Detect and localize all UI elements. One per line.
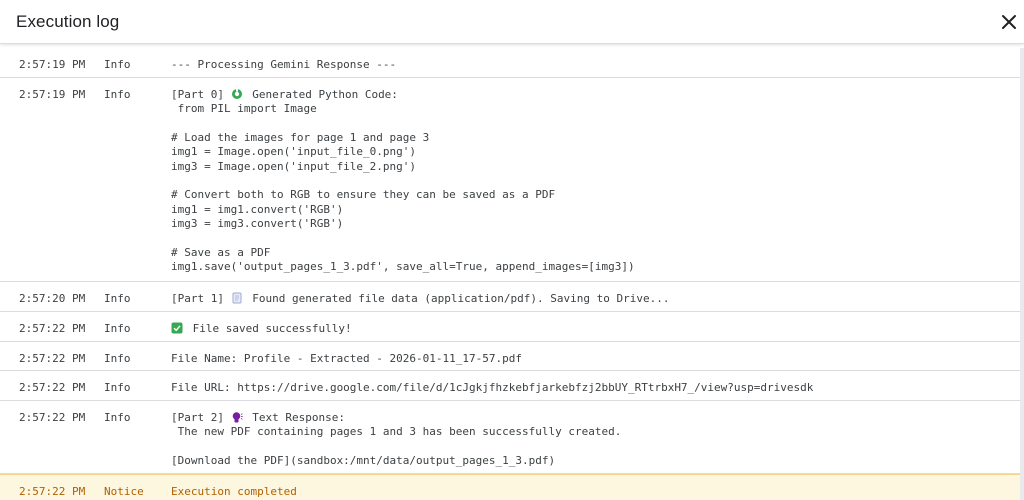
log-time: 2:57:22 PM	[19, 485, 86, 498]
log-message: Execution completed	[171, 485, 297, 498]
log-message: --- Processing Gemini Response ---	[171, 58, 397, 71]
document-icon	[232, 292, 242, 304]
log-row: 2:57:22 PM Info File URL: https://drive.…	[0, 371, 1020, 401]
log-level: Info	[104, 88, 131, 101]
log-message: [Part 0] Generated Python Code: from PIL…	[171, 88, 635, 274]
dialog-title: Execution log	[16, 12, 120, 31]
close-icon	[1002, 15, 1016, 29]
log-time: 2:57:22 PM	[19, 352, 86, 365]
python-icon	[231, 88, 242, 99]
log-message: File Name: Profile - Extracted - 2026-01…	[171, 352, 522, 365]
log-part-label: [Part 2]	[171, 411, 224, 424]
log-time: 2:57:19 PM	[19, 88, 86, 101]
log-level: Info	[104, 322, 131, 335]
log-part-label: [Part 0]	[171, 88, 224, 101]
log-time: 2:57:22 PM	[19, 411, 86, 424]
close-button[interactable]	[996, 9, 1022, 35]
log-message-text: Found generated file data (application/p…	[252, 292, 670, 305]
log-level: Notice	[104, 485, 144, 498]
log-part-label: [Part 1]	[171, 292, 224, 305]
log-level: Info	[104, 292, 131, 305]
log-level: Info	[104, 58, 131, 71]
log-level: Info	[104, 411, 131, 424]
log-message-text: Generated Python Code: from PIL import I…	[171, 88, 635, 274]
log-row-notice: 2:57:22 PM Notice Execution completed	[0, 474, 1020, 500]
log-row: 2:57:22 PM Info [Part 2] Text Response: …	[0, 401, 1020, 474]
log-row: 2:57:22 PM Info File saved successfully!	[0, 312, 1020, 342]
check-icon	[171, 322, 183, 334]
log-row: 2:57:19 PM Info --- Processing Gemini Re…	[0, 48, 1020, 78]
log-level: Info	[104, 381, 131, 394]
log-time: 2:57:20 PM	[19, 292, 86, 305]
log-time: 2:57:19 PM	[19, 58, 86, 71]
log-message: File URL: https://drive.google.com/file/…	[171, 381, 814, 394]
speaking-head-icon	[232, 412, 243, 423]
log-message: File saved successfully!	[171, 322, 352, 336]
log-row: 2:57:20 PM Info [Part 1] Found generated…	[0, 282, 1020, 312]
log-time: 2:57:22 PM	[19, 381, 86, 394]
log-row: 2:57:22 PM Info File Name: Profile - Ext…	[0, 342, 1020, 371]
dialog-header: Execution log	[0, 0, 1024, 44]
log-time: 2:57:22 PM	[19, 322, 86, 335]
execution-log-list[interactable]: 2:57:19 PM Info --- Processing Gemini Re…	[0, 48, 1020, 500]
log-message-text: File saved successfully!	[192, 322, 352, 335]
log-level: Info	[104, 352, 131, 365]
log-message: [Part 2] Text Response: The new PDF cont…	[171, 411, 621, 468]
scrollbar-track[interactable]	[1020, 48, 1024, 500]
log-message: [Part 1] Found generated file data (appl…	[171, 292, 669, 306]
log-row: 2:57:19 PM Info [Part 0] Generated Pytho…	[0, 78, 1020, 282]
